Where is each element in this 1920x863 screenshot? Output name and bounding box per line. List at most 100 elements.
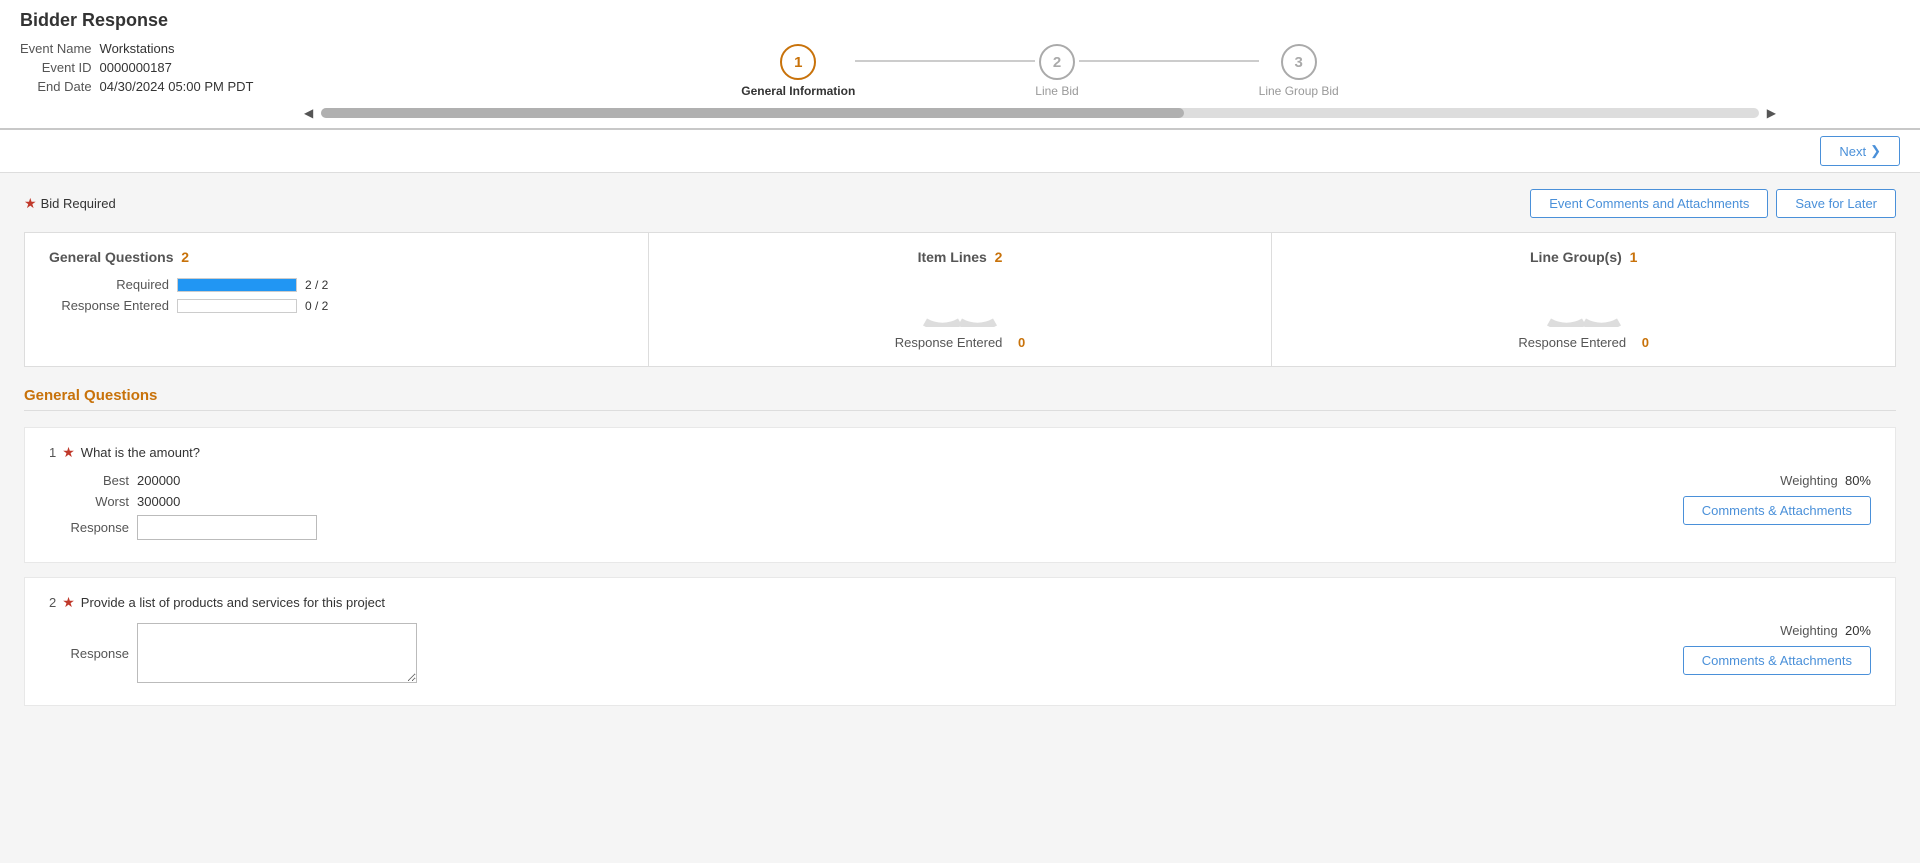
- question-1-text: What is the amount?: [81, 445, 200, 460]
- linegroup-count: 1: [1630, 249, 1638, 265]
- card-row-response: Response Entered 0 / 2: [49, 298, 624, 313]
- required-progress-fill: [178, 279, 296, 291]
- q1-best-value: 200000: [137, 473, 180, 488]
- q1-worst-label: Worst: [49, 494, 129, 509]
- step-2-circle: 2: [1039, 44, 1075, 80]
- q1-response-label: Response: [49, 520, 129, 535]
- linegroup-donut-svg: [1544, 277, 1624, 327]
- top-bar: ★ Bid Required Event Comments and Attach…: [24, 189, 1896, 218]
- q1-worst-value: 300000: [137, 494, 180, 509]
- scroll-right-arrow[interactable]: ▶: [1763, 104, 1780, 122]
- scroll-left-arrow[interactable]: ◀: [300, 104, 317, 122]
- linegroup-response-label: Response Entered 0: [1518, 335, 1649, 350]
- steps-container: 1 General Information 2 Line Bid 3 Line …: [300, 39, 1780, 128]
- top-buttons: Event Comments and Attachments Save for …: [1530, 189, 1896, 218]
- q2-response-label: Response: [49, 646, 129, 661]
- question-1-right: Weighting 80% Comments & Attachments: [1591, 473, 1871, 525]
- items-response-label: Response Entered 0: [895, 335, 1026, 350]
- question-2-body: Response Weighting 20% Comments & Attach…: [49, 623, 1871, 689]
- q2-weighting-value: 20%: [1845, 623, 1871, 638]
- q1-comments-button[interactable]: Comments & Attachments: [1683, 496, 1871, 525]
- step-2: 2 Line Bid: [1035, 44, 1078, 98]
- event-info: Event Name Workstations Event ID 0000000…: [20, 39, 300, 96]
- step-line-1: [855, 60, 1035, 62]
- next-button[interactable]: Next ❯: [1820, 136, 1900, 166]
- q1-worst-row: Worst 300000: [49, 494, 1591, 509]
- question-2-left: Response: [49, 623, 1591, 689]
- bid-required: ★ Bid Required: [24, 195, 116, 212]
- scrollbar-track: [321, 108, 1759, 118]
- step-3: 3 Line Group Bid: [1259, 44, 1339, 98]
- summary-card-items: Item Lines 2 Response Entered 0: [649, 233, 1273, 366]
- next-label: Next: [1839, 144, 1866, 159]
- summary-cards: General Questions 2 Required 2 / 2 Respo…: [24, 232, 1896, 367]
- next-chevron-icon: ❯: [1870, 143, 1881, 159]
- q2-response-textarea[interactable]: [137, 623, 417, 683]
- q1-weighting: Weighting 80%: [1780, 473, 1871, 488]
- event-id-value: 0000000187: [100, 58, 262, 77]
- items-count: 2: [995, 249, 1003, 265]
- general-count: 2: [181, 249, 189, 265]
- question-2-num: 2: [49, 595, 56, 610]
- required-progress-bar: [177, 278, 297, 292]
- question-1-header: 1 ★ What is the amount?: [49, 444, 1871, 461]
- q1-best-label: Best: [49, 473, 129, 488]
- q2-comments-button[interactable]: Comments & Attachments: [1683, 646, 1871, 675]
- step-2-label: Line Bid: [1035, 84, 1078, 98]
- steps: 1 General Information 2 Line Bid 3 Line …: [740, 44, 1340, 98]
- items-response-count: 0: [1018, 335, 1025, 350]
- event-id-label: Event ID: [20, 58, 100, 77]
- question-2-star: ★: [62, 594, 75, 611]
- response-entered-label: Response Entered: [49, 298, 169, 313]
- next-row: Next ❯: [0, 130, 1920, 173]
- response-progress-text: 0 / 2: [305, 299, 328, 313]
- page-title: Bidder Response: [20, 10, 1900, 39]
- section-title-general: General Questions: [24, 387, 1896, 411]
- event-end-label: End Date: [20, 77, 100, 96]
- event-comments-button[interactable]: Event Comments and Attachments: [1530, 189, 1768, 218]
- step-1-label: General Information: [741, 84, 855, 98]
- q1-best-row: Best 200000: [49, 473, 1591, 488]
- step-line-2: [1079, 60, 1259, 62]
- step-1: 1 General Information: [741, 44, 855, 98]
- q1-weighting-value: 80%: [1845, 473, 1871, 488]
- step-3-label: Line Group Bid: [1259, 84, 1339, 98]
- card-title-items: Item Lines 2: [918, 249, 1003, 265]
- q2-response-row: Response: [49, 623, 1591, 683]
- question-block-2: 2 ★ Provide a list of products and servi…: [24, 577, 1896, 706]
- card-title-general: General Questions 2: [49, 249, 624, 265]
- question-1-star: ★: [62, 444, 75, 461]
- scrollbar: ◀ ▶: [300, 98, 1780, 128]
- summary-card-general: General Questions 2 Required 2 / 2 Respo…: [25, 233, 649, 366]
- card-row-required: Required 2 / 2: [49, 277, 624, 292]
- question-2-text: Provide a list of products and services …: [81, 595, 385, 610]
- step-1-circle: 1: [780, 44, 816, 80]
- event-name-label: Event Name: [20, 39, 100, 58]
- items-donut: Response Entered 0: [895, 277, 1026, 350]
- q1-response-input[interactable]: [137, 515, 317, 540]
- scrollbar-thumb: [321, 108, 1184, 118]
- question-1-body: Best 200000 Worst 300000 Response Weight…: [49, 473, 1871, 546]
- linegroup-response-count: 0: [1642, 335, 1649, 350]
- question-block-1: 1 ★ What is the amount? Best 200000 Wors…: [24, 427, 1896, 563]
- linegroup-donut: Response Entered 0: [1518, 277, 1649, 350]
- question-2-right: Weighting 20% Comments & Attachments: [1591, 623, 1871, 675]
- save-later-button[interactable]: Save for Later: [1776, 189, 1896, 218]
- summary-card-linegroup: Line Group(s) 1 Response Entered 0: [1272, 233, 1895, 366]
- main-content: ★ Bid Required Event Comments and Attach…: [0, 173, 1920, 736]
- q2-weighting: Weighting 20%: [1780, 623, 1871, 638]
- q1-response-row: Response: [49, 515, 1591, 540]
- response-progress-bar: [177, 299, 297, 313]
- required-progress-text: 2 / 2: [305, 278, 328, 292]
- question-2-header: 2 ★ Provide a list of products and servi…: [49, 594, 1871, 611]
- bid-required-star: ★: [24, 195, 37, 212]
- bid-required-label: Bid Required: [41, 196, 116, 211]
- required-label: Required: [49, 277, 169, 292]
- event-end-value: 04/30/2024 05:00 PM PDT: [100, 77, 262, 96]
- step-3-circle: 3: [1281, 44, 1317, 80]
- event-name-value: Workstations: [100, 39, 262, 58]
- items-donut-svg: [920, 277, 1000, 327]
- card-title-linegroup: Line Group(s) 1: [1530, 249, 1637, 265]
- question-1-left: Best 200000 Worst 300000 Response: [49, 473, 1591, 546]
- question-1-num: 1: [49, 445, 56, 460]
